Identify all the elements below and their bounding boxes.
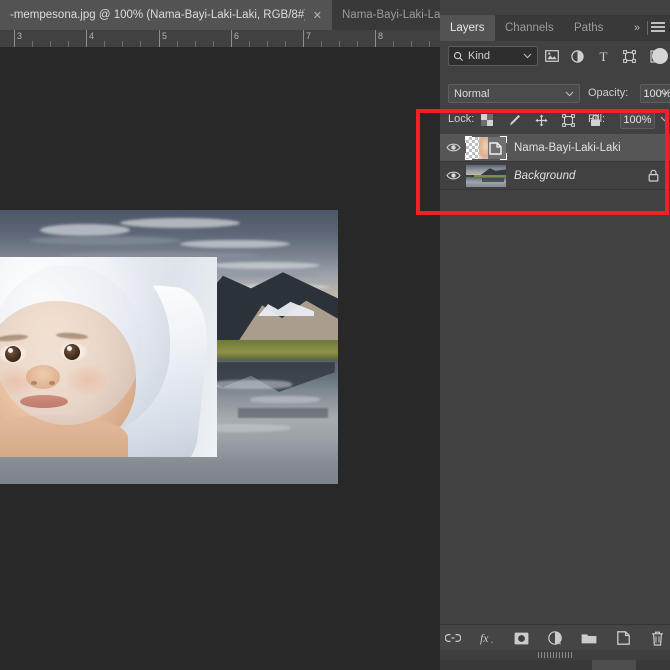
ruler-label: 7 [303,31,311,41]
ruler-label: 3 [14,31,22,41]
layer-list[interactable]: Nama-Bayi-Laki-Laki [440,134,670,624]
table-row[interactable]: Background [440,162,670,190]
document-tab-title-2: Nama-Bayi-Laki-La [342,9,440,21]
baby-layer-artwork [0,257,217,457]
lock-buttons [480,111,602,129]
photoshop-window: -mempesona.jpg @ 100% (Nama-Bayi-Laki-La… [0,0,670,670]
link-layers-button[interactable] [445,630,461,646]
blend-mode-value: Normal [454,88,489,100]
svg-text:T: T [600,50,608,63]
layers-panel: Layers Channels Paths » Kind [440,0,670,670]
filter-type-buttons: T [544,46,663,66]
tab-channels[interactable]: Channels [495,15,564,41]
layer-name[interactable]: Nama-Bayi-Laki-Laki [514,142,621,154]
filter-type-layers-icon[interactable]: T [596,49,611,64]
layer-name[interactable]: Background [514,170,575,182]
opacity-label: Opacity: [588,87,628,99]
new-group-button[interactable] [581,630,597,646]
panel-resize-grip[interactable] [440,650,670,660]
more-tabs-icon[interactable]: » [634,15,640,41]
ruler-label: 6 [231,31,239,41]
filter-kind-select[interactable]: Kind [448,46,538,66]
layer-visibility-eye-icon[interactable] [440,170,466,181]
lock-row: Lock: Fill: 100% [440,108,670,132]
fill-chevron-down-icon[interactable] [660,116,669,122]
new-layer-button[interactable] [615,630,631,646]
lock-label: Lock: [448,113,474,125]
horizontal-ruler[interactable]: 3 4 5 6 7 8 [0,30,440,48]
layer-thumbnail-smart-object[interactable] [466,137,506,159]
filter-adjustment-layers-icon[interactable] [570,49,585,64]
tab-separator [647,21,648,35]
document-tab-active[interactable]: -mempesona.jpg @ 100% (Nama-Bayi-Laki-La… [0,0,332,30]
lock-position-icon[interactable] [534,113,548,127]
grip-handle-icon [538,652,572,658]
canvas-area[interactable] [0,47,440,670]
search-icon [453,51,464,62]
layers-panel-toolbar: fx [440,624,670,651]
document-tab-title: -mempesona.jpg @ 100% (Nama-Bayi-Laki-La… [10,9,305,21]
panel-menu-icon[interactable] [651,22,665,34]
ruler-label: 8 [375,31,383,41]
tab-layers[interactable]: Layers [440,15,495,41]
lock-artboard-nesting-icon[interactable] [561,113,575,127]
ruler-label: 4 [86,31,94,41]
delete-layer-button[interactable] [649,630,665,646]
lock-image-pixels-icon[interactable] [507,113,521,127]
layer-visibility-eye-icon[interactable] [440,142,466,153]
new-adjustment-layer-button[interactable] [547,630,563,646]
chevron-down-icon[interactable] [523,53,532,59]
document-canvas[interactable] [0,210,338,484]
layer-locked-icon [648,169,660,182]
blend-mode-select[interactable]: Normal [448,84,580,103]
add-layer-mask-button[interactable] [513,630,529,646]
filter-toggle-switch[interactable] [652,48,668,64]
blend-mode-row: Normal Opacity: 100% [440,82,670,106]
table-row[interactable]: Nama-Bayi-Laki-Laki [440,134,670,162]
chevron-down-icon[interactable] [565,91,574,97]
svg-text:fx: fx [480,632,489,645]
opacity-chevron-down-icon[interactable] [660,90,669,96]
panel-tab-bar: Layers Channels Paths » [440,15,670,41]
close-icon[interactable]: ✕ [313,9,322,22]
status-bar [440,660,670,670]
tab-paths[interactable]: Paths [564,15,613,41]
layer-filter-row: Kind T [440,41,670,71]
filter-shape-layers-icon[interactable] [622,49,637,64]
fill-input[interactable]: 100% [620,110,655,129]
filter-kind-label: Kind [468,50,490,62]
lock-transparent-pixels-icon[interactable] [480,113,494,127]
filter-pixel-layers-icon[interactable] [544,49,559,64]
fill-label: Fill: [588,113,605,125]
ruler-label: 5 [159,31,167,41]
layer-thumbnail-background[interactable] [466,165,506,187]
layer-styles-button[interactable]: fx [479,630,495,646]
